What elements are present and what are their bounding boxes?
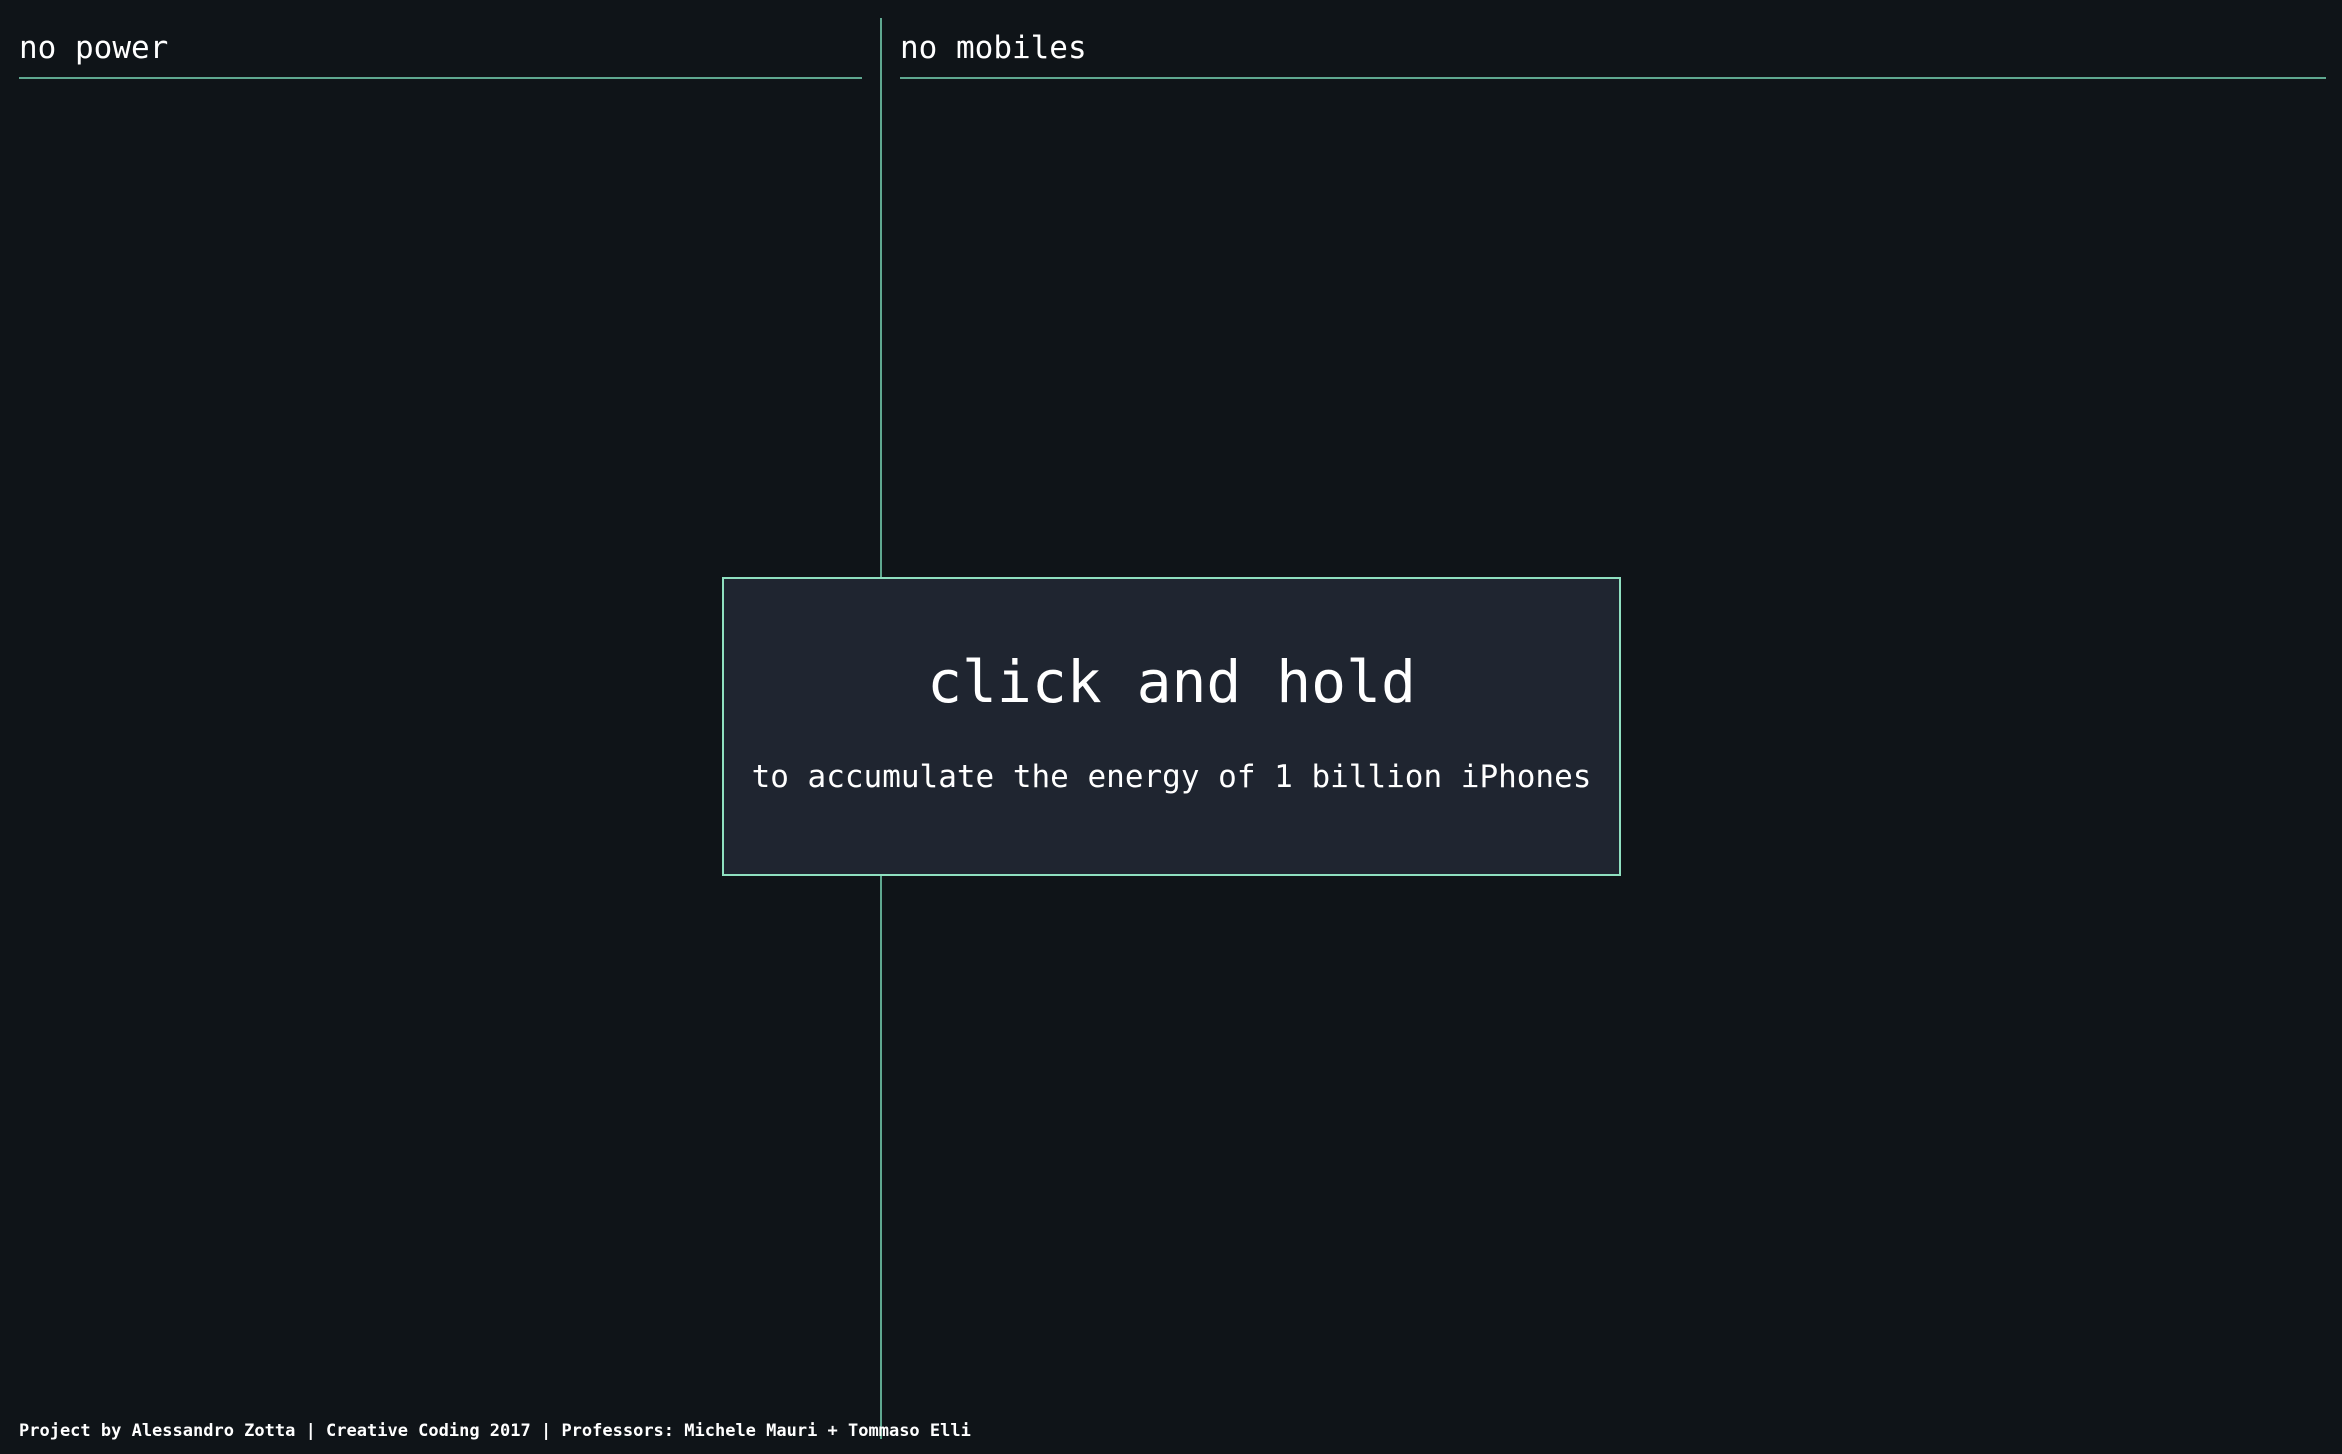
right-panel-title: no mobiles xyxy=(900,30,1087,66)
footer-credits: Project by Alessandro Zotta | Creative C… xyxy=(19,1421,971,1441)
left-panel-underline xyxy=(19,77,862,79)
left-panel-title: no power xyxy=(19,30,169,66)
app-stage[interactable]: no power no mobiles click and hold to ac… xyxy=(0,0,2342,1454)
right-panel-underline xyxy=(900,77,2326,79)
overlay-title: click and hold xyxy=(927,648,1416,716)
overlay-subtitle: to accumulate the energy of 1 billion iP… xyxy=(751,759,1592,795)
click-and-hold-overlay[interactable]: click and hold to accumulate the energy … xyxy=(722,577,1621,876)
